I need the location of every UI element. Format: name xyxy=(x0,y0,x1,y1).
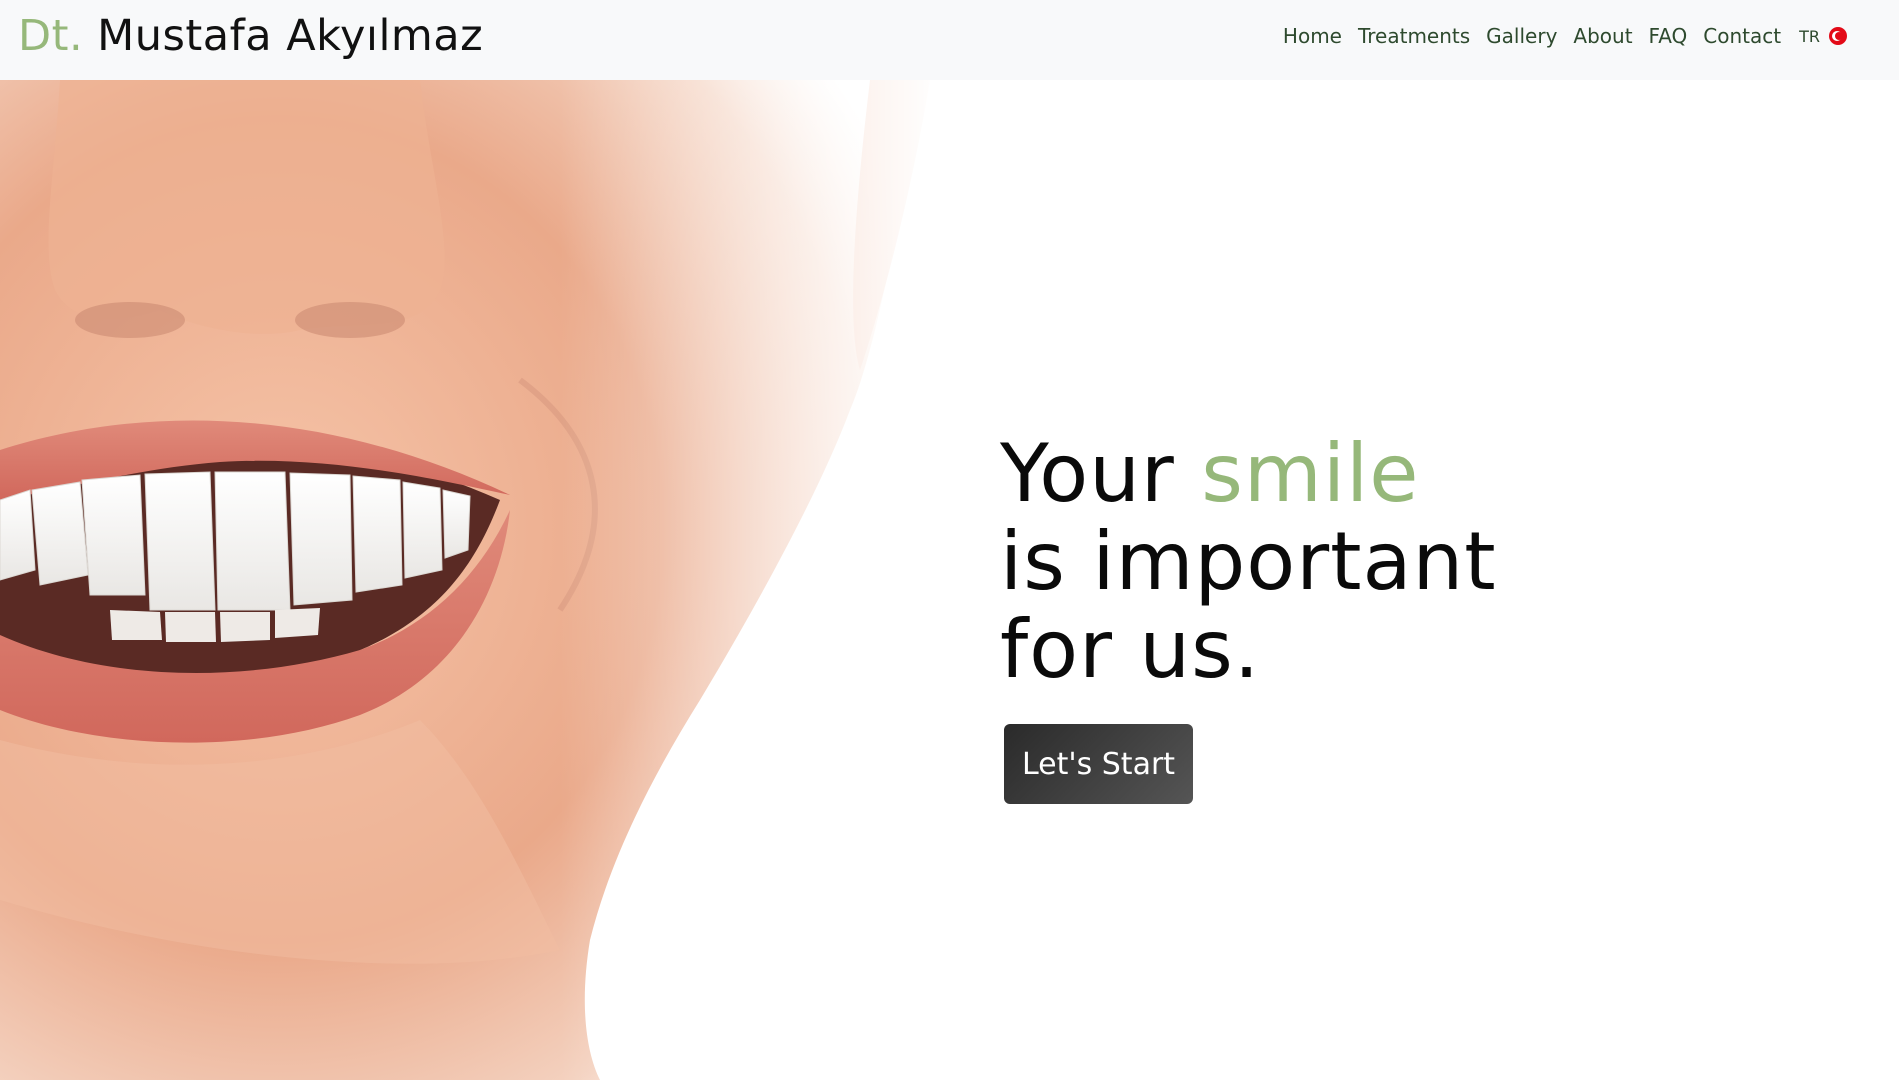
language-label: TR xyxy=(1799,26,1820,46)
headline-your: Your xyxy=(1000,427,1175,520)
nav-item-treatments[interactable]: Treatments xyxy=(1358,24,1470,48)
headline-smile: smile xyxy=(1201,427,1420,520)
headline-line2: is important xyxy=(1000,515,1497,608)
hero-section: Your smile is important for us. Let's St… xyxy=(1000,430,1497,804)
main-nav: Home Treatments Gallery About FAQ Contac… xyxy=(1283,22,1847,50)
nav-item-home[interactable]: Home xyxy=(1283,24,1342,48)
nav-item-gallery[interactable]: Gallery xyxy=(1486,24,1557,48)
brand-name: Mustafa Akyılmaz xyxy=(97,11,484,61)
language-switcher[interactable]: TR xyxy=(1797,27,1847,46)
turkey-flag-icon xyxy=(1829,27,1847,45)
headline-line3: for us. xyxy=(1000,603,1261,696)
lets-start-button[interactable]: Let's Start xyxy=(1004,724,1193,804)
nav-item-contact[interactable]: Contact xyxy=(1703,24,1781,48)
hero-headline: Your smile is important for us. xyxy=(1000,430,1497,694)
brand-prefix: Dt. xyxy=(18,11,84,61)
brand-logo[interactable]: Dt. Mustafa Akyılmaz xyxy=(18,10,483,62)
hero-image xyxy=(0,80,940,1080)
nav-item-about[interactable]: About xyxy=(1573,24,1632,48)
nav-item-faq[interactable]: FAQ xyxy=(1649,24,1688,48)
navbar: Dt. Mustafa Akyılmaz Home Treatments Gall… xyxy=(0,0,1899,80)
